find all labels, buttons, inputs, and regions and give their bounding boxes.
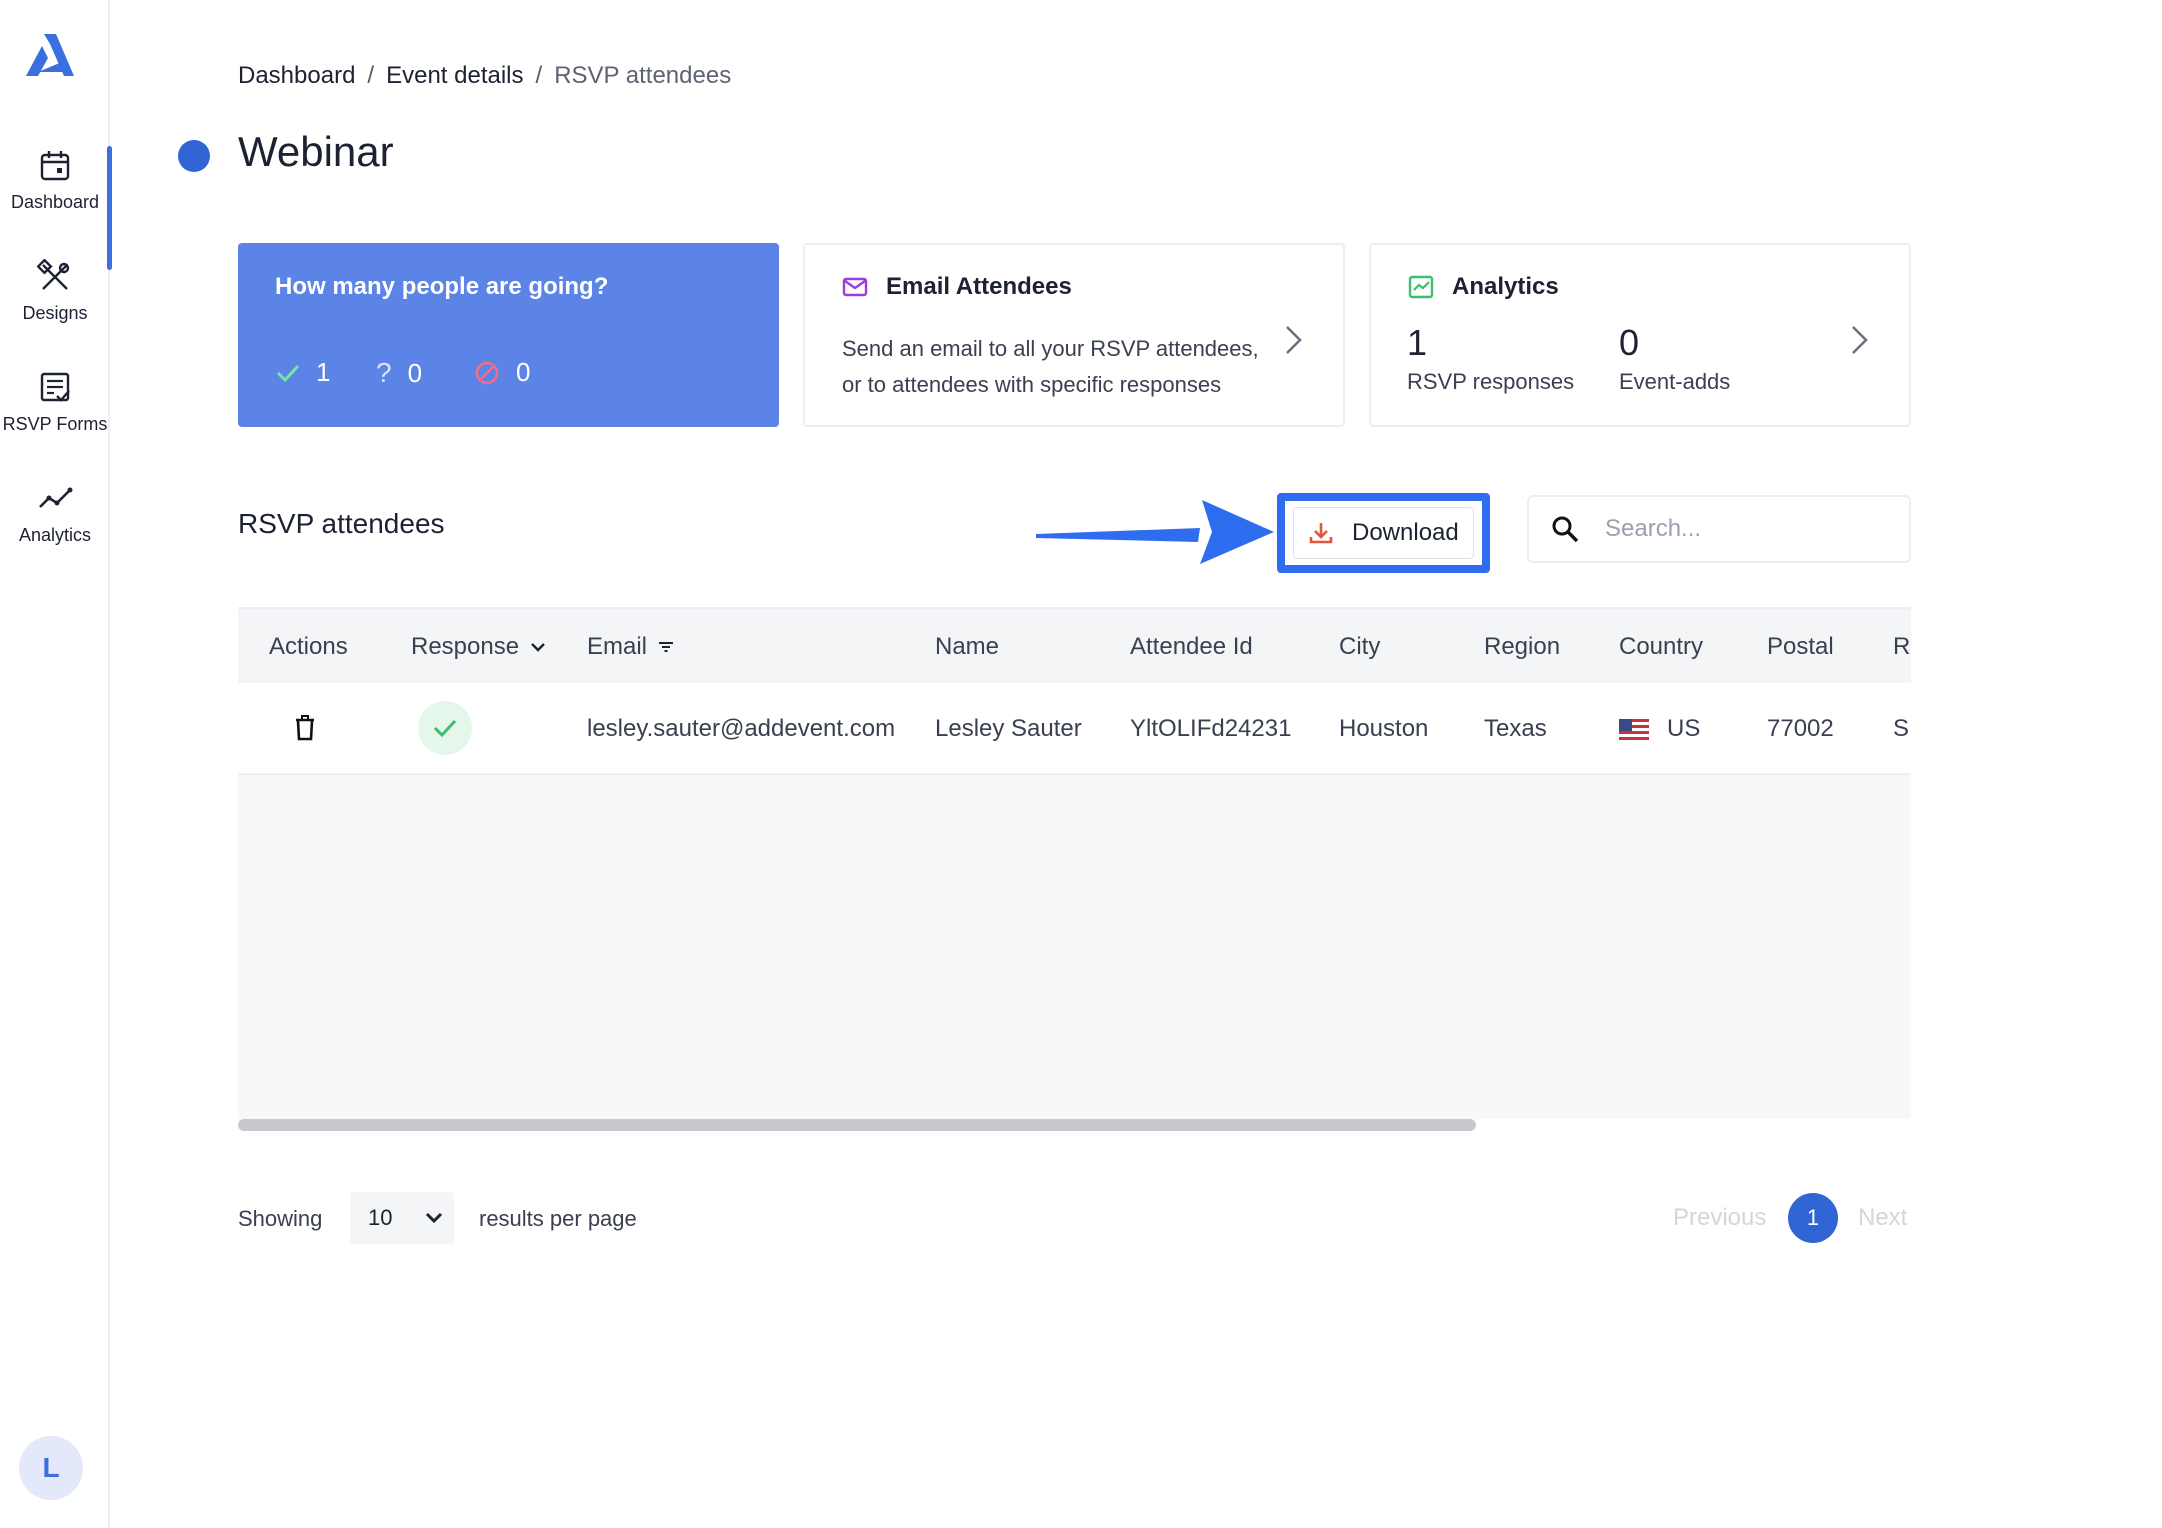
table-header: Actions Response Email Name Attendee Id …: [238, 609, 1911, 683]
chevron-right-icon[interactable]: [1849, 323, 1871, 357]
calendar-icon: [40, 151, 70, 181]
envelope-icon: [842, 277, 868, 297]
annotation-arrow: [1036, 500, 1274, 564]
download-icon: [1309, 523, 1333, 544]
no-count-value: 0: [516, 357, 531, 387]
cell-postal: 77002: [1767, 715, 1834, 742]
no-count: 0: [474, 357, 530, 388]
breadcrumb-separator: /: [367, 62, 375, 89]
cell-email: lesley.sauter@addevent.com: [587, 715, 896, 742]
column-name: Name: [935, 633, 1000, 660]
sidebar-item-dashboard[interactable]: Dashboard: [0, 146, 112, 270]
attendees-table: Actions Response Email Name Attendee Id …: [238, 607, 1911, 1119]
column-response[interactable]: Response: [411, 633, 547, 661]
addevent-logo[interactable]: [24, 32, 76, 82]
per-page-select[interactable]: 10: [350, 1192, 454, 1244]
page-title: Webinar: [238, 128, 394, 175]
analytics-card[interactable]: Analytics 1 RSVP responses 0 Event-adds: [1369, 243, 1911, 427]
event-adds-metric: 0 Event-adds: [1619, 323, 1730, 395]
chevron-down-icon: [426, 1212, 443, 1224]
adds-label: Event-adds: [1619, 369, 1731, 394]
search-box: [1527, 495, 1911, 563]
section-title: RSVP attendees: [238, 508, 445, 539]
showing-label: Showing: [238, 1206, 323, 1231]
event-status-dot: [178, 140, 210, 172]
check-icon: [433, 719, 457, 738]
chevron-down-icon: [531, 643, 545, 652]
design-tools-icon: [37, 259, 70, 290]
cell-name: Lesley Sauter: [935, 715, 1082, 742]
chart-icon: [1408, 275, 1434, 299]
email-card-description: Send an email to all your RSVP attendees…: [842, 336, 1259, 397]
breadcrumb-current: RSVP attendees: [554, 62, 732, 89]
analytics-card-title: Analytics: [1408, 273, 1559, 301]
sidebar-item-label: Designs: [22, 303, 88, 323]
sidebar-item-label: RSVP Forms: [2, 414, 108, 434]
sidebar: Dashboard Designs RSVP Forms Analytics L: [0, 0, 112, 1528]
response-yes-badge: [418, 701, 472, 755]
chevron-right-icon[interactable]: [1283, 323, 1305, 357]
going-question: How many people are going?: [275, 273, 609, 300]
cell-truncated: S: [1893, 715, 1910, 742]
maybe-count: ? 0: [376, 357, 422, 389]
results-per-page-label: results per page: [479, 1206, 637, 1231]
question-icon: ?: [376, 357, 392, 388]
sidebar-item-rsvp-forms[interactable]: RSVP Forms: [0, 370, 110, 470]
sidebar-item-label: Dashboard: [10, 192, 100, 212]
rsvp-count: 1: [1407, 322, 1428, 363]
avatar[interactable]: L: [19, 1436, 83, 1500]
going-summary-card: How many people are going? 1 ? 0 0: [238, 243, 779, 427]
horizontal-scrollbar[interactable]: [238, 1119, 1476, 1131]
column-region: Region: [1484, 633, 1561, 660]
check-icon: [276, 364, 300, 382]
download-label: Download: [1352, 519, 1459, 546]
sidebar-item-designs[interactable]: Designs: [0, 259, 110, 359]
trend-line-icon: [39, 487, 73, 508]
search-input[interactable]: [1605, 515, 1895, 543]
sidebar-item-label: Analytics: [18, 525, 92, 545]
column-postal: Postal: [1767, 633, 1834, 660]
us-flag-icon: [1619, 718, 1649, 741]
cell-city: Houston: [1339, 715, 1429, 742]
rsvp-responses-metric: 1 RSVP responses: [1407, 323, 1574, 395]
cell-region: Texas: [1484, 715, 1547, 742]
form-checklist-icon: [40, 372, 70, 402]
analytics-card-title-text: Analytics: [1452, 273, 1559, 300]
column-actions: Actions: [269, 633, 348, 660]
email-card-title-text: Email Attendees: [886, 273, 1072, 300]
trash-icon[interactable]: [294, 715, 316, 741]
column-attendee-id: Attendee Id: [1130, 633, 1253, 660]
breadcrumb-separator: /: [535, 62, 543, 89]
filter-icon: [659, 642, 674, 652]
email-card-title: Email Attendees: [842, 273, 1072, 301]
per-page-value: 10: [368, 1205, 393, 1230]
column-country: Country: [1619, 633, 1704, 660]
cell-country: US: [1619, 715, 1700, 743]
breadcrumb-dashboard[interactable]: Dashboard: [238, 62, 355, 89]
search-icon: [1552, 516, 1579, 543]
previous-page-button[interactable]: Previous: [1673, 1204, 1766, 1232]
download-button[interactable]: Download: [1293, 507, 1474, 559]
yes-count-value: 1: [316, 357, 331, 387]
column-email[interactable]: Email: [587, 633, 675, 661]
breadcrumb-event-details[interactable]: Event details: [386, 62, 523, 89]
next-page-button[interactable]: Next: [1858, 1204, 1907, 1232]
decline-icon: [475, 361, 499, 384]
email-attendees-card[interactable]: Email Attendees Send an email to all you…: [803, 243, 1345, 427]
column-truncated: R: [1893, 633, 1911, 660]
cell-attendee-id: YltOLIFd24231: [1130, 715, 1292, 742]
breadcrumb: Dashboard / Event details / RSVP attendees: [238, 62, 731, 90]
rsvp-label: RSVP responses: [1407, 369, 1575, 394]
yes-count: 1: [276, 357, 330, 388]
table-row: lesley.sauter@addevent.com Lesley Sauter…: [238, 683, 1911, 775]
cell-country-text: US: [1667, 715, 1701, 742]
maybe-count-value: 0: [407, 357, 423, 388]
sidebar-item-analytics[interactable]: Analytics: [0, 481, 110, 581]
column-city: City: [1339, 633, 1381, 660]
page-1-button[interactable]: 1: [1788, 1193, 1838, 1243]
adds-count: 0: [1619, 322, 1640, 363]
